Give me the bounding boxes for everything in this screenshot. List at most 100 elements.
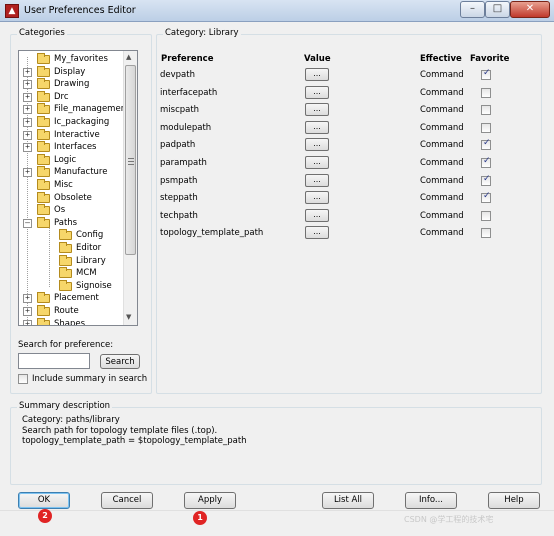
browse-button[interactable]: ... [305, 208, 329, 222]
folder-icon [37, 53, 50, 64]
favorite-checkbox[interactable] [481, 68, 491, 80]
browse-button[interactable]: ... [305, 138, 329, 152]
expand-icon[interactable]: + [23, 80, 32, 90]
minimize-button[interactable]: – [460, 1, 485, 18]
favorite-checkbox[interactable] [481, 87, 491, 98]
tree-item-editor[interactable]: Editor [19, 242, 125, 255]
tree-item-shapes[interactable]: + Shapes [19, 317, 125, 325]
tree-item-my_favorites[interactable]: My_favorites [19, 53, 125, 66]
expand-icon[interactable]: + [23, 294, 32, 304]
expand-icon[interactable]: + [23, 105, 32, 115]
favorite-checkbox[interactable] [481, 210, 491, 221]
tree-item-signoise[interactable]: Signoise [19, 279, 125, 293]
favorite-checkbox[interactable] [481, 156, 491, 168]
favorite-checkbox[interactable] [481, 105, 491, 116]
folder-icon [37, 191, 50, 203]
help-button[interactable]: Help [488, 492, 540, 509]
favorite-checkbox[interactable] [481, 228, 491, 239]
browse-button[interactable]: ... [305, 226, 329, 240]
tree-item-misc[interactable]: Misc [19, 179, 125, 192]
effective-value: Command [420, 87, 464, 98]
cancel-button[interactable]: Cancel [101, 492, 153, 509]
pref-name: topology_template_path [160, 228, 264, 239]
folder-icon [37, 90, 50, 102]
search-input[interactable] [18, 353, 90, 369]
maximize-button[interactable]: □ [485, 1, 510, 18]
expand-icon[interactable]: + [23, 92, 32, 102]
scroll-down-icon[interactable]: ▼ [126, 313, 131, 321]
tree-item-os[interactable]: Os [19, 204, 125, 217]
tree-item-paths[interactable]: – Paths [19, 216, 125, 230]
tree-item-logic[interactable]: Logic [19, 153, 125, 167]
effective-value: Command [420, 122, 464, 133]
tree-scrollbar[interactable]: ▲ ▼ [123, 51, 137, 325]
collapse-icon[interactable]: – [23, 218, 32, 228]
ok-button[interactable]: OK [18, 492, 70, 509]
expand-icon[interactable]: + [23, 118, 32, 127]
browse-button[interactable]: ... [305, 85, 329, 99]
close-button[interactable]: ✕ [510, 1, 550, 18]
tree-item-label: Interfaces [54, 142, 97, 153]
pref-row-steppath: steppath... Command [160, 190, 540, 208]
expand-icon[interactable]: + [23, 143, 32, 153]
search-label: Search for preference: [18, 340, 114, 350]
tree-item-obsolete[interactable]: Obsolete [19, 191, 125, 205]
folder-icon [37, 128, 50, 140]
tree-item-manufacture[interactable]: + Manufacture [19, 166, 125, 179]
expand-icon[interactable]: + [23, 307, 32, 316]
tree-item-interactive[interactable]: + Interactive [19, 128, 125, 142]
browse-button[interactable]: ... [305, 173, 329, 187]
favorite-checkbox[interactable] [481, 191, 491, 204]
folder-icon [37, 292, 50, 304]
pref-row-parampath: parampath... Command [160, 155, 540, 173]
search-button[interactable]: Search [100, 354, 140, 369]
pref-row-miscpath: miscpath... Command [160, 102, 540, 120]
folder-icon [59, 242, 72, 253]
scroll-thumb[interactable] [125, 65, 136, 255]
favorite-checkbox[interactable] [481, 138, 491, 151]
tree-item-label: Route [54, 306, 79, 316]
info-button[interactable]: Info... [405, 492, 457, 509]
tree-item-drc[interactable]: + Drc [19, 90, 125, 104]
watermark: CSDN @学工程的技术宅 [404, 515, 494, 524]
expand-icon[interactable]: + [23, 130, 32, 140]
tree-item-route[interactable]: + Route [19, 305, 125, 318]
tree-item-interfaces[interactable]: + Interfaces [19, 141, 125, 154]
tree-item-label: Obsolete [54, 192, 92, 203]
expand-icon[interactable]: + [23, 168, 32, 178]
apply-button[interactable]: Apply [184, 492, 236, 509]
pref-name: psmpath [160, 175, 198, 186]
tree-item-placement[interactable]: + Placement [19, 292, 125, 305]
browse-button[interactable]: ... [305, 156, 329, 169]
tree-item-library[interactable]: Library [19, 254, 125, 268]
tree-item-ic_packaging[interactable]: + Ic_packaging [19, 116, 125, 129]
folder-icon [59, 254, 72, 266]
tree-item-label: Editor [76, 243, 102, 253]
favorite-checkbox[interactable] [481, 174, 491, 186]
summary-line: Category: paths/library [22, 415, 120, 425]
scroll-up-icon[interactable]: ▲ [126, 53, 131, 61]
tree-item-display[interactable]: + Display [19, 65, 125, 79]
header-preference: Preference [161, 54, 214, 64]
browse-button[interactable]: ... [305, 120, 329, 134]
tree-item-label: Display [54, 66, 86, 77]
window-title: User Preferences Editor [24, 5, 136, 16]
tree-item-config[interactable]: Config [19, 229, 125, 242]
browse-button[interactable]: ... [305, 191, 329, 205]
tree-item-mcm[interactable]: MCM [19, 267, 125, 280]
tree-item-drawing[interactable]: + Drawing [19, 78, 125, 91]
tree-item-file_management[interactable]: + File_management [19, 103, 129, 116]
list-all-button[interactable]: List All [322, 492, 374, 509]
expand-icon[interactable]: + [23, 67, 32, 77]
browse-button[interactable]: ... [305, 68, 329, 81]
category-tree[interactable]: My_favorites + Display + Drawing + Drc + File_ma… [18, 50, 138, 326]
summary-line: topology_template_path = $topology_templ… [22, 436, 247, 446]
include-summary-checkbox[interactable] [18, 374, 28, 384]
pref-name: techpath [160, 210, 198, 221]
folder-icon [37, 141, 50, 153]
grip-line [128, 158, 134, 159]
pref-row-topology_template_path: topology_template_path... Command [160, 225, 540, 243]
browse-button[interactable]: ... [305, 103, 329, 117]
expand-icon[interactable]: + [23, 319, 32, 325]
favorite-checkbox[interactable] [481, 122, 491, 133]
